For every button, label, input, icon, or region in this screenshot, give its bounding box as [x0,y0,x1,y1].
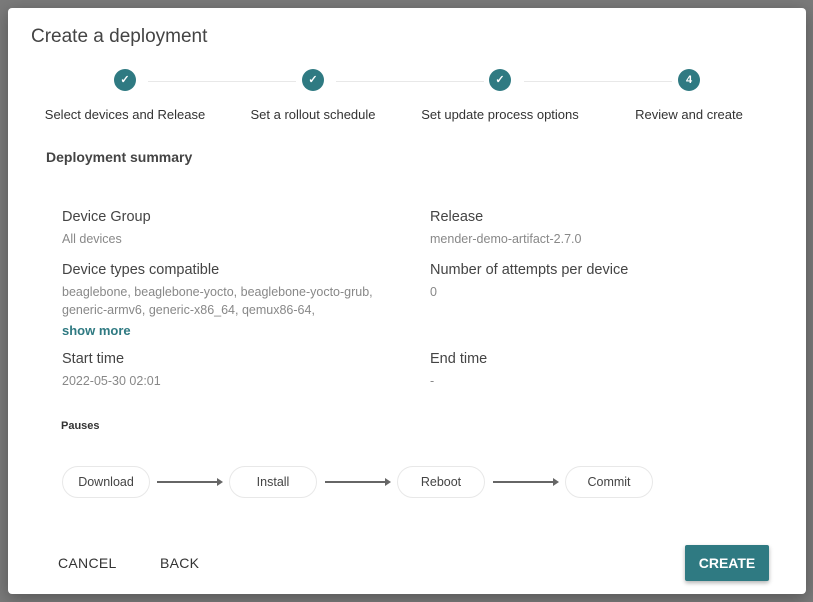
field-label: Device types compatible [62,262,220,278]
field-value: All devices [62,232,122,246]
pause-commit[interactable]: Commit [565,466,653,498]
check-icon: ✓ [489,69,511,91]
arrow-icon [493,478,559,486]
pause-install[interactable]: Install [229,466,317,498]
pause-reboot[interactable]: Reboot [397,466,485,498]
step-label: Set a rollout schedule [250,107,376,122]
field-value: mender-demo-artifact-2.7.0 [430,232,582,246]
pauses-label: Pauses [61,420,100,432]
device-types-field: Device types compatible beaglebone, beagl… [62,262,392,338]
create-deployment-dialog: Create a deployment ✓ Select devices and … [8,8,806,594]
field-label: Number of attempts per device [430,262,629,278]
field-label: Device Group [62,209,151,225]
step-rollout-schedule: ✓ Set a rollout schedule [218,68,408,122]
field-value: beaglebone, beaglebone-yocto, beaglebone… [62,285,373,317]
step-select-devices: ✓ Select devices and Release [30,68,220,122]
stepper: ✓ Select devices and Release ✓ Set a rollo… [8,68,806,128]
back-button[interactable]: BACK [154,545,205,581]
start-time-field: Start time 2022-05-30 02:01 [62,351,402,390]
check-icon: ✓ [302,69,324,91]
release-field: Release mender-demo-artifact-2.7.0 [430,209,770,248]
show-more-link[interactable]: show more [62,323,392,338]
step-label: Review and create [635,107,743,122]
cancel-button[interactable]: CANCEL [52,545,123,581]
pause-download[interactable]: Download [62,466,150,498]
device-group-field: Device Group All devices [62,209,402,248]
field-label: End time [430,351,488,367]
check-icon: ✓ [114,69,136,91]
field-value: - [430,374,435,388]
step-update-options: ✓ Set update process options [405,68,595,122]
step-number: 4 [678,69,700,91]
field-value: 0 [430,285,437,299]
attempts-field: Number of attempts per device 0 [430,262,770,301]
step-review-create: 4 Review and create [594,68,784,122]
step-label: Set update process options [421,107,579,122]
field-label: Start time [62,351,125,367]
create-button[interactable]: CREATE [685,545,769,581]
arrow-icon [325,478,391,486]
field-value: 2022-05-30 02:01 [62,374,161,388]
summary-heading: Deployment summary [46,149,193,165]
step-label: Select devices and Release [44,107,206,122]
arrow-icon [157,478,223,486]
end-time-field: End time - [430,351,770,390]
dialog-title: Create a deployment [31,26,208,47]
field-label: Release [430,209,484,225]
